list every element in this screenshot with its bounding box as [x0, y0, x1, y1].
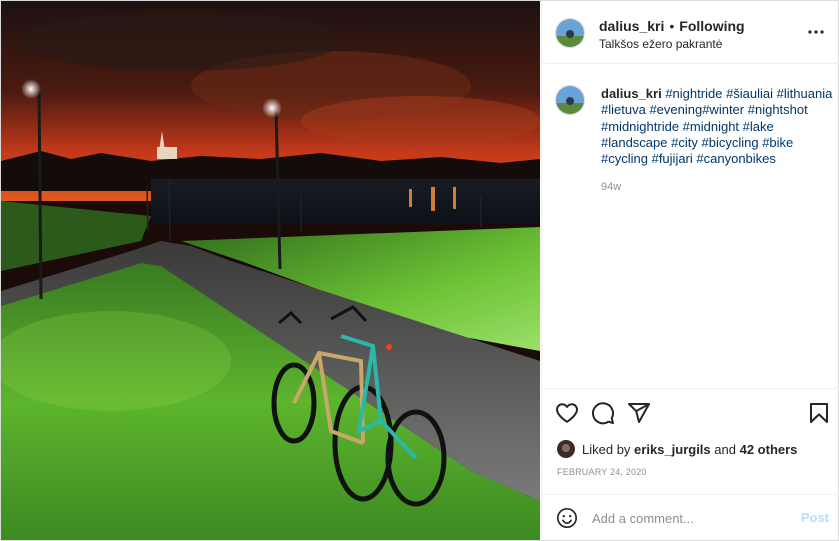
- hashtag[interactable]: #evening#winter: [649, 102, 744, 117]
- following-button[interactable]: Following: [679, 18, 744, 34]
- hashtag[interactable]: #nightride: [665, 86, 722, 101]
- hashtag[interactable]: #šiauliai: [726, 86, 773, 101]
- caption-avatar[interactable]: [555, 85, 585, 115]
- hashtag[interactable]: #lake: [743, 119, 774, 134]
- hashtag[interactable]: #nightshot: [748, 102, 808, 117]
- share-icon[interactable]: [627, 401, 651, 425]
- hashtag[interactable]: #cycling: [601, 151, 648, 166]
- likes-text: Liked by eriks_jurgils and 42 others: [582, 442, 797, 457]
- action-bar: Liked by eriks_jurgils and 42 others FEB…: [542, 388, 839, 495]
- comment-icon[interactable]: [591, 401, 615, 425]
- post-photo[interactable]: [1, 1, 540, 540]
- more-options-icon[interactable]: [807, 23, 825, 41]
- hashtag[interactable]: #bicycling: [701, 135, 758, 150]
- avatar-image: [556, 19, 584, 47]
- hashtag[interactable]: #canyonbikes: [696, 151, 776, 166]
- avatar-image: [556, 86, 584, 114]
- author-username[interactable]: dalius_kri: [599, 18, 664, 34]
- caption-time-ago[interactable]: 94w: [601, 181, 621, 193]
- hashtag[interactable]: #lithuania: [777, 86, 833, 101]
- comment-input[interactable]: [592, 507, 792, 529]
- post-date[interactable]: FEBRUARY 24, 2020: [557, 467, 647, 477]
- author-line: dalius_kri • Following: [599, 18, 745, 34]
- author-avatar[interactable]: [555, 18, 585, 48]
- post-side-panel: dalius_kri • Following Talkšos ežero pakra…: [541, 1, 839, 540]
- hashtag[interactable]: #fujijari: [652, 151, 693, 166]
- post-location[interactable]: Talkšos ežero pakrantė: [599, 37, 722, 51]
- hashtag[interactable]: #bike: [762, 135, 793, 150]
- likes-others[interactable]: 42 others: [740, 442, 798, 457]
- night-bike-photo: [1, 1, 540, 540]
- hashtag[interactable]: #landscape: [601, 135, 668, 150]
- caption-username[interactable]: dalius_kri: [601, 86, 662, 101]
- caption-area: dalius_kri #nightride #šiauliai #lithuan…: [542, 64, 839, 388]
- likes-joiner: and: [714, 442, 736, 457]
- likes-prefix: Liked by: [582, 442, 631, 457]
- hashtag[interactable]: #lietuva: [601, 102, 646, 117]
- liker-username[interactable]: eriks_jurgils: [634, 442, 711, 457]
- instagram-post: dalius_kri • Following Talkšos ežero pakra…: [0, 0, 839, 541]
- comment-bar: Post: [542, 494, 839, 541]
- emoji-icon[interactable]: [556, 507, 578, 529]
- avatar-image: [557, 440, 575, 458]
- hashtag[interactable]: #midnight: [683, 119, 739, 134]
- separator-dot: •: [669, 18, 675, 34]
- post-comment-button[interactable]: Post: [801, 510, 829, 525]
- hashtag[interactable]: #midnightride: [601, 119, 679, 134]
- post-header: dalius_kri • Following Talkšos ežero pakra…: [542, 1, 839, 64]
- bookmark-icon[interactable]: [807, 401, 831, 425]
- heart-icon[interactable]: [555, 401, 579, 425]
- liker-avatar[interactable]: [557, 440, 575, 458]
- hashtag[interactable]: #city: [671, 135, 698, 150]
- post-caption: dalius_kri #nightride #šiauliai #lithuan…: [601, 86, 833, 167]
